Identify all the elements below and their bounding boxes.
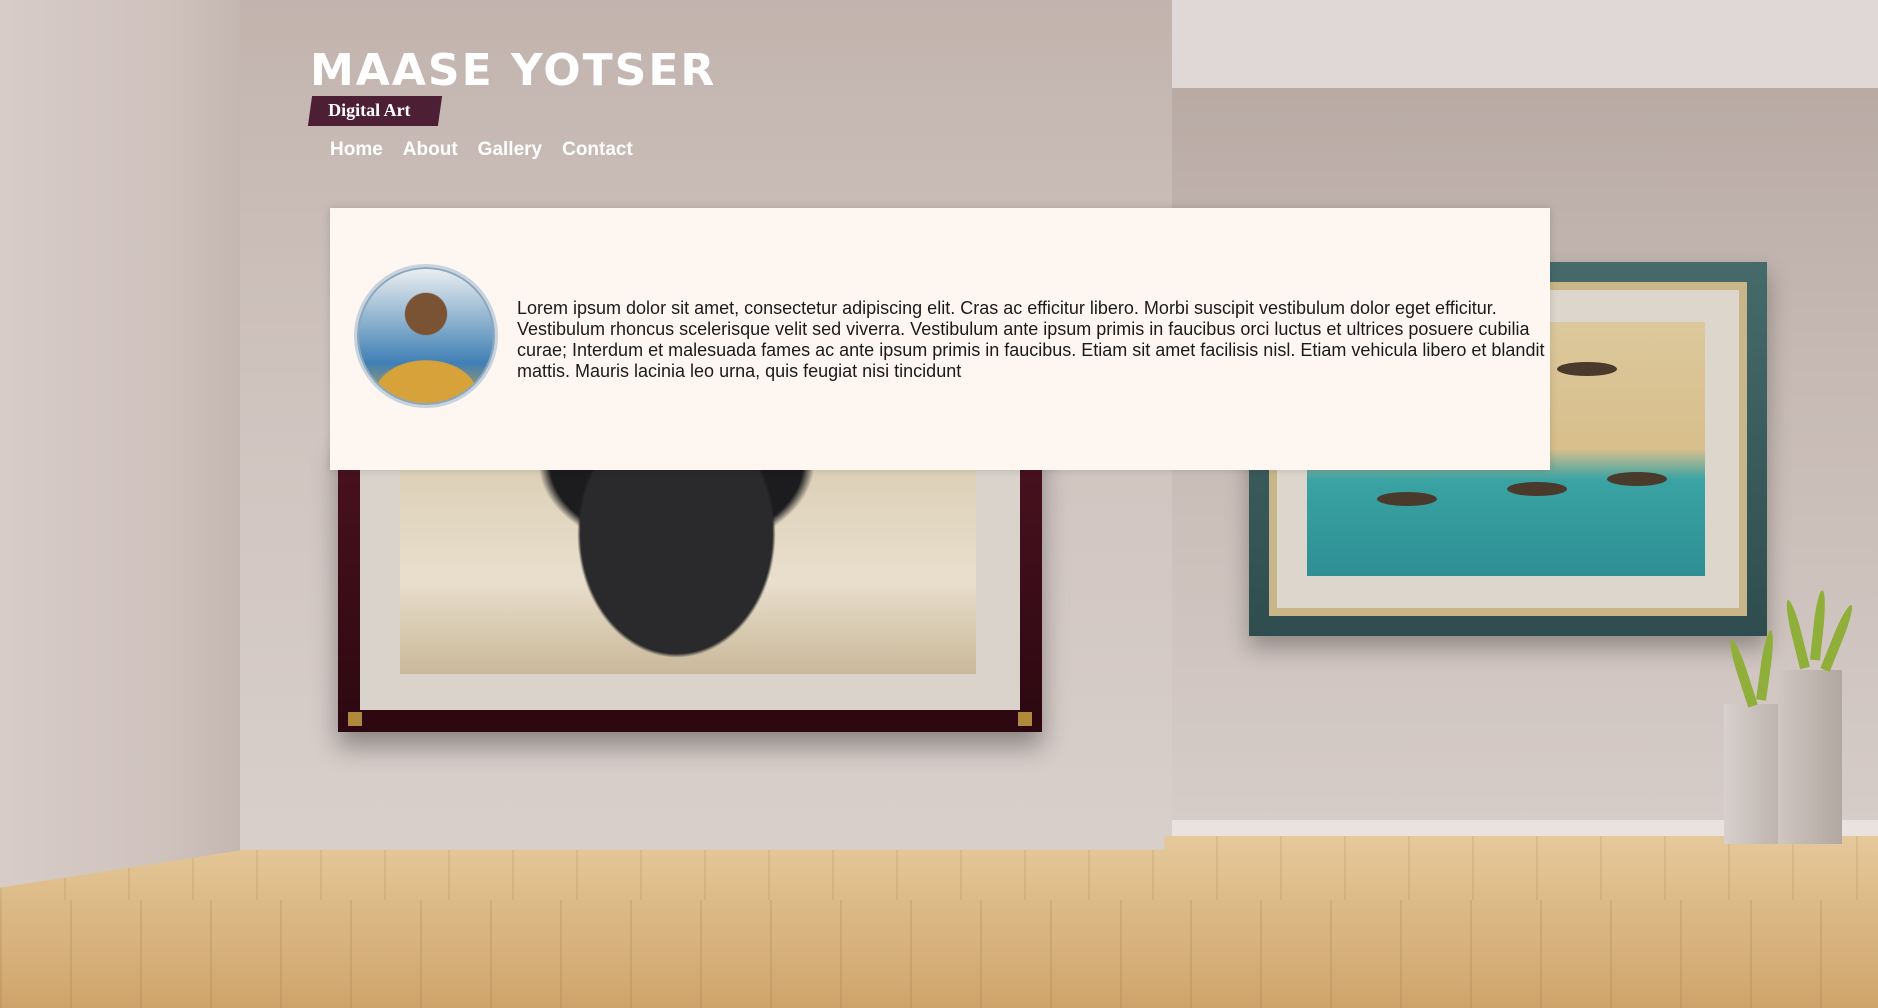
artist-bio: Lorem ipsum dolor sit amet, consectetur … (517, 298, 1545, 381)
wood-floor-front (0, 900, 1878, 1008)
goose-shape (1557, 362, 1617, 376)
gallery-room-background (0, 0, 1878, 1008)
goose-shape (1377, 492, 1437, 506)
planter (1724, 704, 1782, 844)
site-logo-title[interactable]: MAASE YOTSER (310, 46, 716, 96)
nav-about-link[interactable]: About (403, 139, 458, 161)
planter (1778, 670, 1842, 844)
framed-artwork-portrait (338, 440, 1042, 732)
frame-corner-ornament (1018, 712, 1032, 726)
nav-home-link[interactable]: Home (330, 139, 383, 161)
main-nav: Home About Gallery Contact (330, 139, 633, 161)
nav-gallery-link[interactable]: Gallery (478, 139, 542, 161)
right-upper-wall (1172, 0, 1878, 88)
artwork-image (400, 440, 976, 674)
nav-contact-link[interactable]: Contact (562, 139, 633, 161)
artist-avatar (354, 264, 498, 408)
frame-corner-ornament (348, 712, 362, 726)
logo-tagline: Digital Art (328, 100, 411, 120)
goose-shape (1507, 482, 1567, 496)
goose-shape (1607, 472, 1667, 486)
logo-tagline-badge: Digital Art (307, 96, 443, 126)
about-card: Lorem ipsum dolor sit amet, consectetur … (330, 208, 1550, 470)
